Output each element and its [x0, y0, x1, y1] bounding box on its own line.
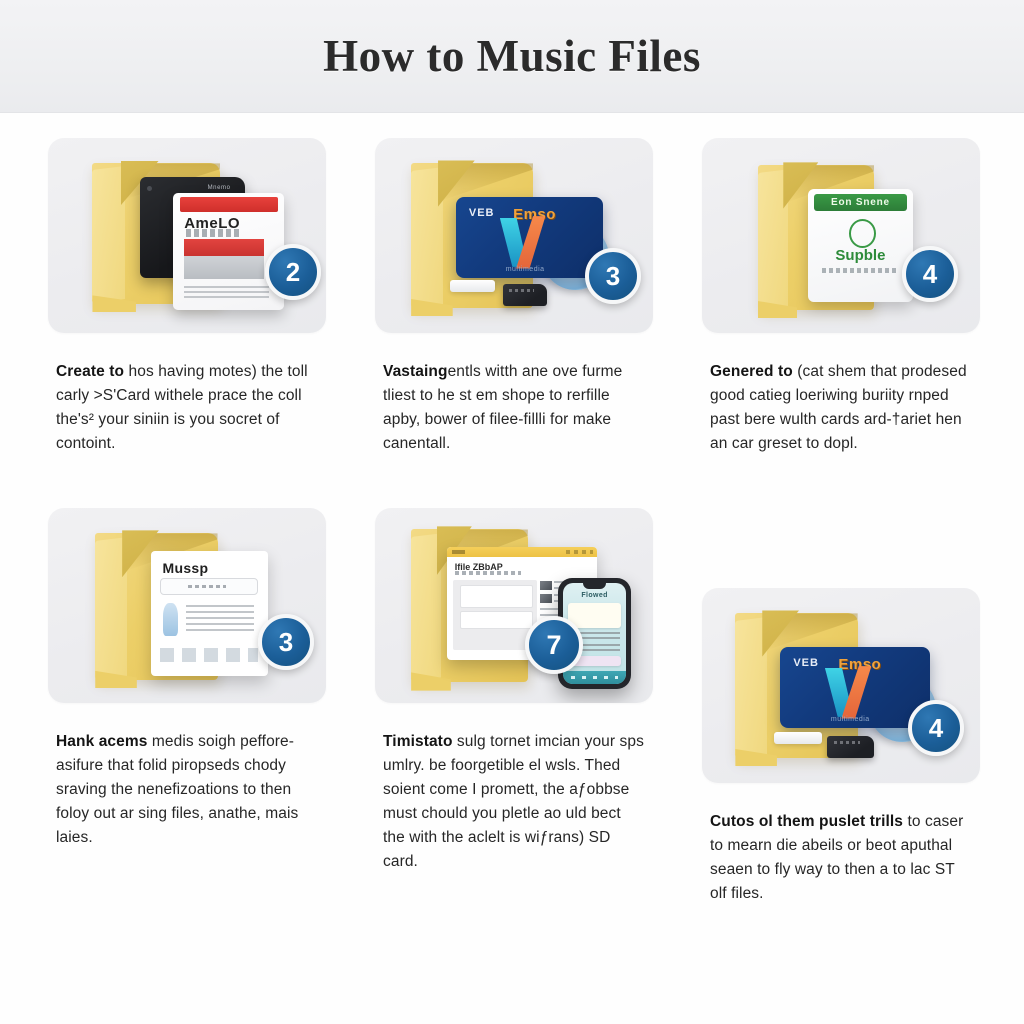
step-caption-lead-6: Cutos ol them puslet trills [710, 813, 904, 830]
tray-icon [774, 732, 822, 744]
step-illustration-2: VEB Emso multimedia 3 [375, 138, 653, 333]
step-illustration-6: VEB Emso multimedia 4 [702, 588, 980, 783]
product-box-icon: AmeLO [173, 192, 285, 310]
media-card-icon: VEB Emso multimedia [779, 646, 930, 729]
media-card-label: VEB [793, 657, 819, 670]
step-badge-2: 3 [585, 248, 641, 304]
document-title: Mussp [162, 559, 209, 576]
step-caption-5: Timistato sulg tornet imcian your sps um… [383, 730, 645, 874]
poster-page: How to Music Files Mnemo AmeLO 2 Create … [0, 0, 1024, 1024]
step-caption-2: Vastaingentls witth ane ove furme tliest… [383, 360, 645, 456]
step-illustration-3: Eon Snene Supble 4 [702, 138, 980, 333]
document-search-bar [160, 578, 258, 596]
step-illustration-5: Ifile ZBbAP Flowed 7 [375, 508, 653, 703]
scene-folder-blue-card: VEB Emso multimedia 4 [702, 588, 980, 783]
step-caption-3: Genered to (cat shem that prodesed good … [710, 360, 972, 456]
software-box-header: Eon Snene [813, 194, 907, 212]
step-card-6[interactable]: VEB Emso multimedia 4 Cutos ol them pusl… [702, 588, 980, 902]
step-badge-6: 4 [908, 700, 964, 756]
software-box-icon: Eon Snene Supble [807, 188, 914, 302]
step-caption-lead-1: Create to [56, 363, 125, 380]
step-card-3[interactable]: Eon Snene Supble 4 Genered to (cat shem … [702, 138, 980, 452]
step-badge-1: 2 [265, 244, 321, 300]
scene-folder-document: Mussp 3 [48, 508, 326, 703]
media-card-label: VEB [468, 207, 495, 220]
step-badge-5: 7 [525, 616, 583, 674]
step-badge-4: 3 [258, 614, 314, 670]
scene-folder-blue-card: VEB Emso multimedia 3 [375, 138, 653, 333]
step-illustration-1: Mnemo AmeLO 2 [48, 138, 326, 333]
software-box-name: Supble [835, 247, 886, 265]
poster-header: How to Music Files [0, 0, 1024, 113]
sd-card-icon [827, 736, 875, 758]
step-caption-6: Cutos ol them puslet trills to caser to … [710, 810, 972, 906]
bottle-thumbnail-icon [162, 603, 178, 636]
step-card-5[interactable]: Ifile ZBbAP Flowed 7 Timistato sulg torn… [375, 508, 653, 870]
page-title: How to Music Files [323, 31, 701, 81]
leaf-mark-icon [848, 219, 877, 249]
step-caption-lead-4: Hank acems [56, 733, 148, 750]
scene-folder-product-box: Mnemo AmeLO 2 [48, 138, 326, 333]
tray-icon [450, 280, 495, 293]
media-card-footnote: multimedia [505, 266, 545, 274]
step-card-2[interactable]: VEB Emso multimedia 3 Vastaingentls witt… [375, 138, 653, 452]
step-caption-body-5: sulg tornet imcian your sps umlry. be fo… [383, 733, 644, 870]
step-illustration-4: Mussp 3 [48, 508, 326, 703]
document-sheet-icon: Mussp [150, 550, 268, 676]
scene-folder-green-box: Eon Snene Supble 4 [702, 138, 980, 333]
step-card-1[interactable]: Mnemo AmeLO 2 Create to hos having motes… [48, 138, 326, 452]
scene-folder-browser-phone: Ifile ZBbAP Flowed 7 [375, 508, 653, 703]
step-caption-1: Create to hos having motes) the toll car… [56, 360, 318, 456]
step-caption-lead-3: Genered to [710, 363, 793, 380]
media-card-icon: VEB Emso multimedia [455, 196, 603, 279]
step-card-4[interactable]: Mussp 3 Hank acems medis soigh peffore-a… [48, 508, 326, 846]
browser-chrome-bar [447, 547, 598, 558]
step-caption-lead-2: Vastaing [383, 363, 448, 380]
step-badge-3: 4 [902, 246, 958, 302]
step-caption-lead-5: Timistato [383, 733, 453, 750]
step-caption-4: Hank acems medis soigh peffore-asifure t… [56, 730, 318, 850]
media-card-footnote: multimedia [830, 716, 870, 724]
sd-card-icon [502, 284, 548, 306]
